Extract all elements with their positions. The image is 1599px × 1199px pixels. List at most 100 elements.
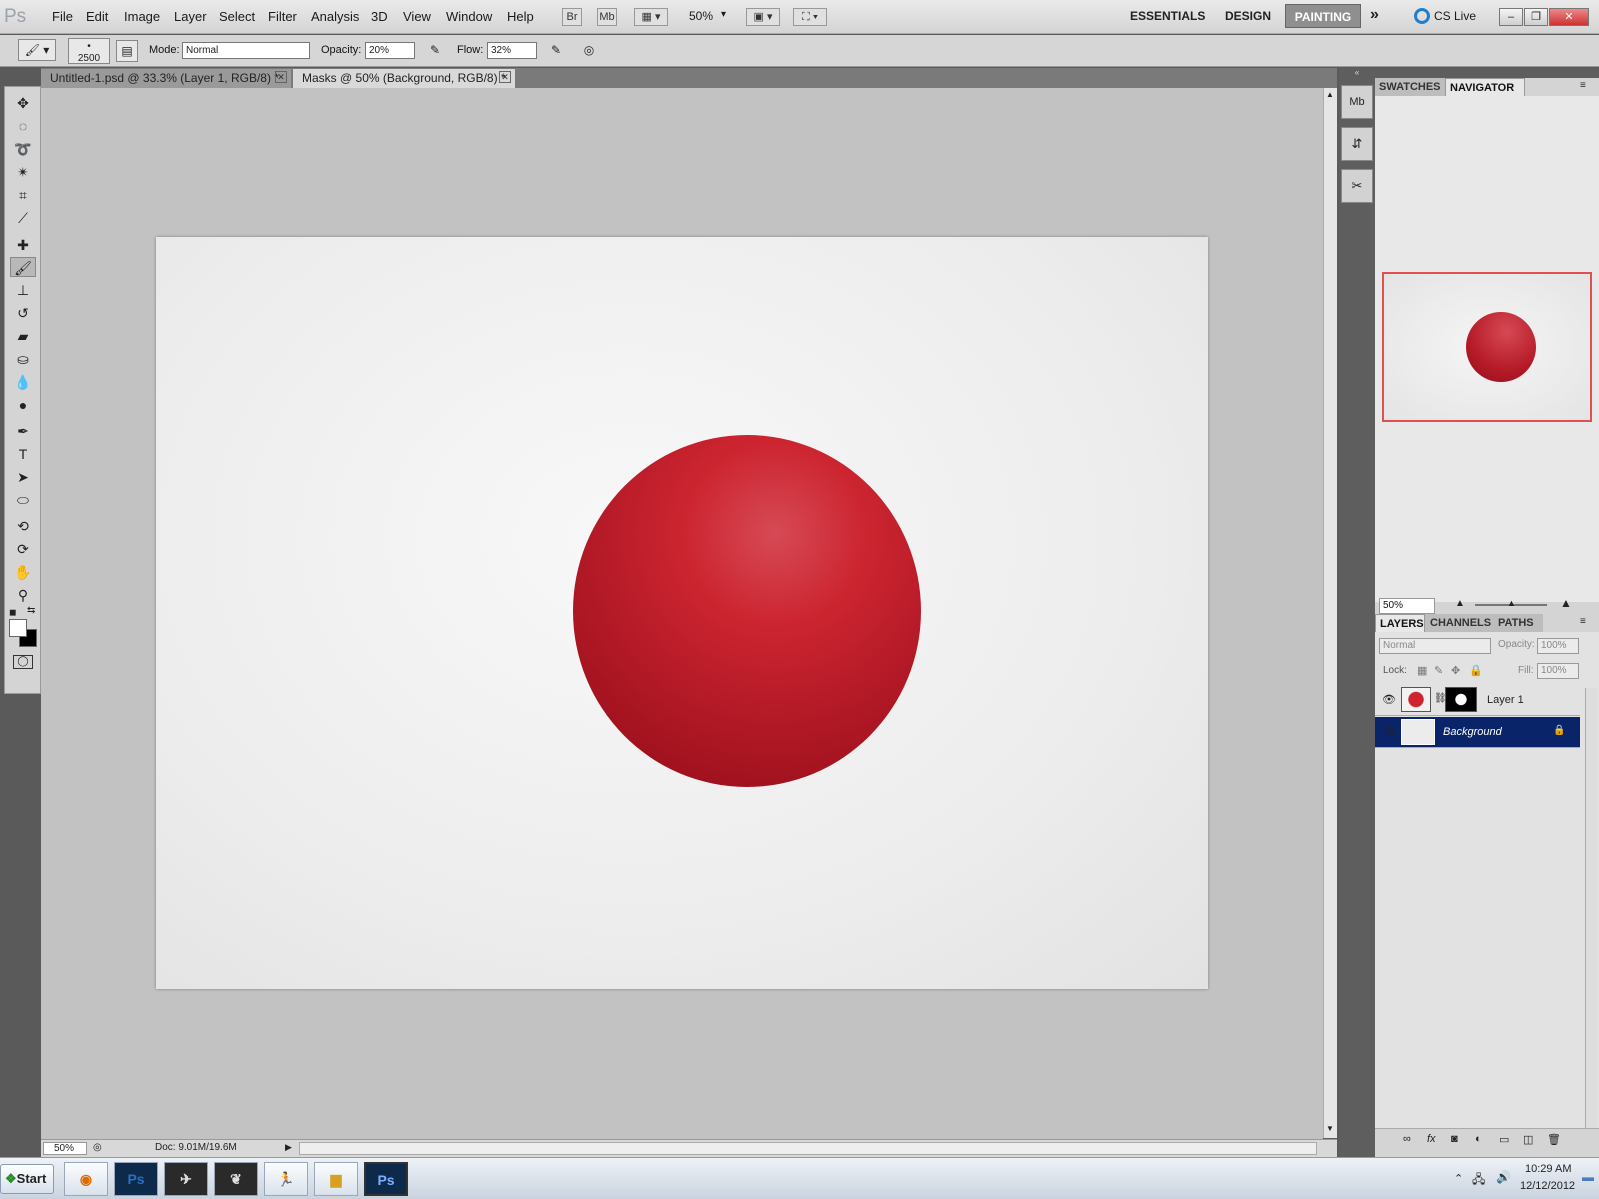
- paint-bucket-icon[interactable]: ⛀: [10, 349, 36, 369]
- zoom-out-icon[interactable]: ▲: [1455, 598, 1465, 609]
- menu-file[interactable]: File: [52, 9, 73, 24]
- tab-swatches[interactable]: SWATCHES: [1375, 78, 1445, 96]
- lock-position-icon[interactable]: ✥: [1451, 664, 1460, 677]
- new-group-icon[interactable]: ▭: [1499, 1133, 1509, 1146]
- clock-date[interactable]: 12/12/2012: [1520, 1180, 1575, 1192]
- mode-select[interactable]: Normal: [182, 42, 310, 59]
- brush-preset-picker[interactable]: • 2500: [68, 38, 110, 64]
- tray-expand-icon[interactable]: ⌃: [1454, 1172, 1463, 1185]
- path-select-icon[interactable]: ➤: [10, 467, 36, 487]
- tab-navigator[interactable]: NAVIGATOR: [1445, 78, 1525, 96]
- menu-help[interactable]: Help: [507, 9, 534, 24]
- menu-view[interactable]: View: [403, 9, 431, 24]
- volume-icon[interactable]: 🔊: [1496, 1170, 1511, 1184]
- layer-name[interactable]: Layer 1: [1487, 694, 1524, 706]
- network-icon[interactable]: 🖧: [1472, 1170, 1485, 1191]
- vertical-scrollbar[interactable]: ▲ ▼: [1323, 88, 1337, 1138]
- menu-layer[interactable]: Layer: [174, 9, 207, 24]
- start-button[interactable]: ❖Start: [0, 1164, 54, 1194]
- fill-input[interactable]: 100%: [1537, 663, 1579, 679]
- layers-panel-menu-icon[interactable]: ≡: [1580, 616, 1586, 627]
- minimize-button[interactable]: –: [1499, 8, 1523, 26]
- status-options-icon[interactable]: ◎: [93, 1142, 102, 1153]
- brush-icon[interactable]: 🖌: [10, 257, 36, 277]
- eyedropper-icon[interactable]: ⟋: [10, 208, 36, 228]
- menu-3d[interactable]: 3D: [371, 9, 388, 24]
- bridge-button[interactable]: Br: [562, 8, 582, 26]
- flow-input[interactable]: 32%: [487, 42, 537, 59]
- menu-edit[interactable]: Edit: [86, 9, 108, 24]
- visibility-eye-icon[interactable]: 👁: [1382, 725, 1396, 738]
- opacity-input[interactable]: 20%: [365, 42, 415, 59]
- pen-icon[interactable]: ✒: [10, 421, 36, 441]
- marquee-icon[interactable]: ◌: [10, 116, 36, 136]
- navigator-thumbnail[interactable]: [1382, 272, 1592, 422]
- minibridge-button[interactable]: Mb: [597, 8, 617, 26]
- lock-transparency-icon[interactable]: ▦: [1417, 664, 1427, 677]
- quick-mask-icon[interactable]: ◯: [13, 655, 33, 669]
- tool-presets-panel-icon[interactable]: ✂: [1341, 169, 1373, 203]
- workspace-essentials[interactable]: ESSENTIALS: [1130, 9, 1205, 23]
- lock-all-icon[interactable]: 🔒: [1469, 664, 1483, 677]
- cs-live-menu[interactable]: CS Live: [1434, 9, 1476, 23]
- folder-icon[interactable]: ▆: [314, 1162, 358, 1196]
- ellipse-icon[interactable]: ⬭: [10, 490, 36, 510]
- pressure-size-icon[interactable]: ◎: [578, 40, 600, 62]
- tool-preset-picker[interactable]: 🖌 ▾: [18, 39, 56, 61]
- collapse-dock-icon[interactable]: «: [1339, 68, 1375, 78]
- layers-opacity-input[interactable]: 100%: [1537, 638, 1579, 654]
- navigator-zoom-field[interactable]: 50%: [1379, 598, 1435, 614]
- slider-thumb[interactable]: ▲: [1507, 598, 1516, 608]
- zoom-icon[interactable]: ⚲: [10, 585, 36, 605]
- menu-analysis[interactable]: Analysis: [311, 9, 359, 24]
- photoshop-icon[interactable]: Ps: [364, 1162, 408, 1196]
- restore-button[interactable]: ❐: [1524, 8, 1548, 26]
- tab-channels[interactable]: CHANNELS: [1425, 614, 1493, 632]
- arrange-documents-button[interactable]: ▣ ▾: [746, 8, 780, 26]
- panel-menu-icon[interactable]: ≡: [1580, 80, 1586, 91]
- layer-mask-thumbnail[interactable]: [1445, 687, 1477, 712]
- status-menu-arrow-icon[interactable]: ▶: [285, 1142, 292, 1153]
- 3d-orbit-icon[interactable]: ⟳: [10, 539, 36, 559]
- 3d-rotate-icon[interactable]: ⟲: [10, 516, 36, 536]
- tab-untitled[interactable]: Untitled-1.psd @ 33.3% (Layer 1, RGB/8) …: [41, 69, 291, 88]
- close-tab-icon[interactable]: ✕: [499, 71, 511, 83]
- clock-time[interactable]: 10:29 AM: [1525, 1163, 1571, 1175]
- menu-filter[interactable]: Filter: [268, 9, 297, 24]
- menu-image[interactable]: Image: [124, 9, 160, 24]
- link-layers-icon[interactable]: ∞: [1403, 1133, 1411, 1145]
- move-icon[interactable]: ✥: [10, 93, 36, 113]
- adjustment-layer-icon[interactable]: ◐: [1475, 1133, 1482, 1145]
- pressure-opacity-icon[interactable]: ✎: [424, 40, 446, 62]
- workspace-design[interactable]: DESIGN: [1225, 9, 1271, 23]
- horizontal-scrollbar[interactable]: [299, 1142, 1317, 1155]
- magic-wand-icon[interactable]: ✴: [10, 162, 36, 182]
- close-tab-icon[interactable]: ✕: [275, 71, 287, 83]
- canvas-area[interactable]: [41, 88, 1323, 1139]
- zoom-in-icon[interactable]: ▲: [1560, 596, 1572, 610]
- status-zoom-field[interactable]: 50%: [43, 1142, 87, 1155]
- swap-colors-icon[interactable]: ⇆: [27, 605, 35, 616]
- history-panel-icon[interactable]: ⇵: [1341, 127, 1373, 161]
- blend-mode-select[interactable]: Normal: [1379, 638, 1491, 654]
- foreground-color-swatch[interactable]: [9, 619, 27, 637]
- app-icon[interactable]: ✈: [164, 1162, 208, 1196]
- visibility-eye-icon[interactable]: 👁: [1382, 693, 1396, 706]
- crop-icon[interactable]: ⌗: [10, 185, 36, 205]
- screen-mode-button[interactable]: ⛶ ▾: [793, 8, 827, 26]
- blur-icon[interactable]: 💧: [10, 372, 36, 392]
- menu-select[interactable]: Select: [219, 9, 255, 24]
- new-layer-icon[interactable]: ◫: [1523, 1133, 1533, 1146]
- history-brush-icon[interactable]: ↺: [10, 303, 36, 323]
- photoshop-icon[interactable]: Ps: [114, 1162, 158, 1196]
- delete-layer-icon[interactable]: 🗑: [1547, 1133, 1561, 1146]
- zbrush-icon[interactable]: 🏃: [264, 1162, 308, 1196]
- layer-row-background[interactable]: 👁 Background 🔒: [1375, 717, 1580, 748]
- add-mask-icon[interactable]: ◙: [1451, 1133, 1458, 1145]
- tab-layers[interactable]: LAYERS: [1375, 614, 1425, 632]
- tab-masks[interactable]: Masks @ 50% (Background, RGB/8) *: [293, 69, 515, 88]
- hand-icon[interactable]: ✋: [10, 562, 36, 582]
- layer-row-layer1[interactable]: 👁 ⛓ Layer 1: [1375, 685, 1580, 716]
- scroll-down-icon[interactable]: ▼: [1326, 1124, 1334, 1133]
- eraser-icon[interactable]: ▰: [10, 326, 36, 346]
